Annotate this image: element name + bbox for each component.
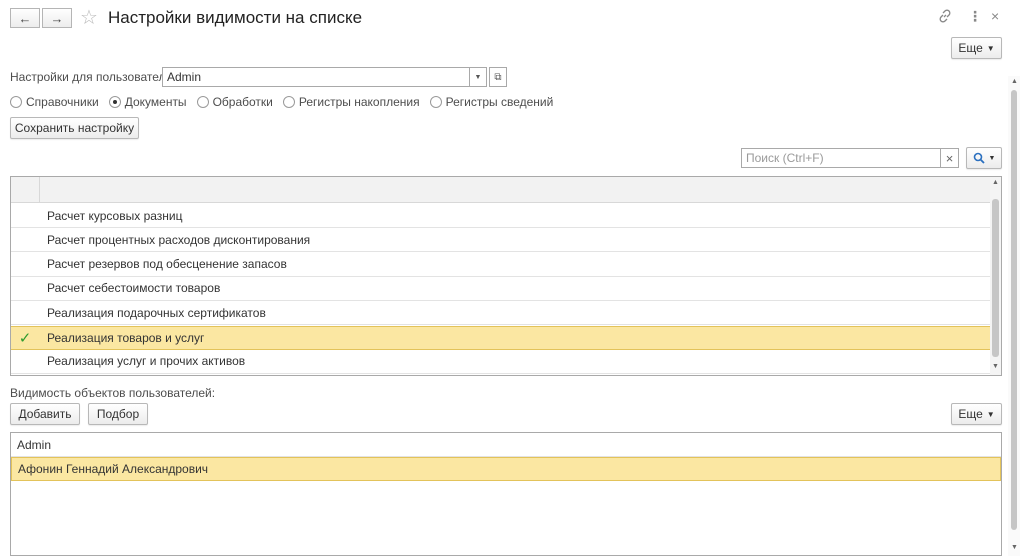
close-icon[interactable]: × (991, 8, 999, 24)
object-type-radios: Справочники Документы Обработки Регистры… (10, 95, 563, 109)
table-row[interactable]: Реализация услуг и прочих активов (11, 350, 992, 374)
forward-button[interactable]: → (42, 8, 72, 28)
arrow-right-icon: → (50, 10, 64, 26)
document-name: Реализация услуг и прочих активов (47, 354, 246, 369)
visibility-label: Видимость объектов пользователей: (10, 386, 216, 400)
scroll-up-icon[interactable]: ▲ (1011, 78, 1018, 85)
open-icon: ⧉ (494, 71, 502, 83)
pick-button[interactable]: Подбор (88, 403, 148, 425)
search-button[interactable]: ▼ (966, 147, 1002, 169)
scrollbar-thumb[interactable] (992, 199, 999, 357)
chevron-down-icon: ▼ (988, 154, 996, 162)
user-name: Афонин Геннадий Александрович (18, 462, 209, 476)
table-row[interactable]: Реализация подарочных сертификатов (11, 301, 992, 326)
radio-processing[interactable]: Обработки (196, 95, 273, 109)
search-icon (973, 152, 985, 164)
documents-scrollbar[interactable]: ▲ ▼ (990, 177, 1001, 375)
table-row[interactable]: Расчет себестоимости товаров (11, 277, 992, 301)
document-name: Реализация подарочных сертификатов (47, 305, 266, 320)
user-dropdown-button[interactable]: ▼ (469, 67, 487, 87)
radio-circle (282, 96, 295, 108)
table-row[interactable]: Расчет курсовых разниц (11, 204, 992, 228)
chevron-down-icon: ▼ (986, 409, 995, 419)
radio-circle (429, 96, 442, 108)
checkmark-icon[interactable]: ✓ (11, 329, 39, 347)
radio-accumulation-registers[interactable]: Регистры накопления (282, 95, 420, 109)
page-scrollbar[interactable]: ▲ ▼ (1008, 76, 1020, 556)
list-item[interactable]: Admin (11, 433, 1001, 457)
save-settings-button[interactable]: Сохранить настройку (10, 117, 139, 139)
scroll-down-icon[interactable]: ▼ (992, 363, 999, 370)
search-clear-button[interactable]: × (940, 148, 959, 168)
header-divider (39, 177, 40, 203)
table-row[interactable]: ✓ Реализация товаров и услуг (11, 325, 992, 350)
more-vertical-icon[interactable]: ⋮ (968, 8, 982, 25)
user-open-button[interactable]: ⧉ (489, 67, 507, 87)
document-name: Реализация товаров и услуг (47, 330, 205, 345)
scroll-up-icon[interactable]: ▲ (992, 179, 999, 186)
scroll-down-icon[interactable]: ▼ (1011, 544, 1018, 551)
back-button[interactable]: ← (10, 8, 40, 28)
page-title: Настройки видимости на списке (108, 8, 363, 27)
search-input[interactable]: Поиск (Ctrl+F) (741, 148, 941, 168)
link-icon[interactable] (938, 9, 952, 26)
radio-circle (10, 96, 22, 108)
page-scrollbar-thumb[interactable] (1011, 90, 1017, 530)
chevron-down-icon: ▼ (986, 43, 995, 53)
table-row[interactable]: Расчет процентных расходов дисконтирован… (11, 228, 992, 253)
close-icon: × (945, 150, 954, 166)
add-button[interactable]: Добавить (10, 403, 80, 425)
user-name: Admin (17, 437, 52, 452)
radio-documents[interactable]: Документы (108, 95, 187, 109)
user-settings-label: Настройки для пользователя: (10, 70, 176, 84)
list-item[interactable]: Афонин Геннадий Александрович (11, 457, 1001, 481)
chevron-down-icon: ▼ (474, 73, 482, 81)
documents-table: Расчет курсовых разниц Расчет процентных … (10, 176, 1002, 376)
document-name: Расчет процентных расходов дисконтирован… (47, 232, 311, 247)
arrow-left-icon: ← (18, 10, 32, 26)
document-name: Расчет курсовых разниц (47, 208, 183, 223)
radio-info-registers[interactable]: Регистры сведений (429, 95, 553, 109)
more-button-top[interactable]: Еще ▼ (951, 37, 1002, 59)
more-button-bottom[interactable]: Еще ▼ (951, 403, 1002, 425)
radio-circle (196, 96, 209, 108)
table-row[interactable]: Расчет резервов под обесценение запасов (11, 253, 992, 277)
radio-catalogs[interactable]: Справочники (10, 95, 99, 109)
star-icon[interactable]: ☆ (80, 5, 98, 30)
document-name: Расчет себестоимости товаров (47, 281, 221, 296)
users-table: Admin Афонин Геннадий Александрович (10, 432, 1002, 556)
radio-circle-selected (108, 96, 121, 108)
table-header (11, 177, 992, 203)
user-field[interactable]: Admin (162, 67, 470, 87)
document-name: Расчет резервов под обесценение запасов (47, 257, 287, 272)
